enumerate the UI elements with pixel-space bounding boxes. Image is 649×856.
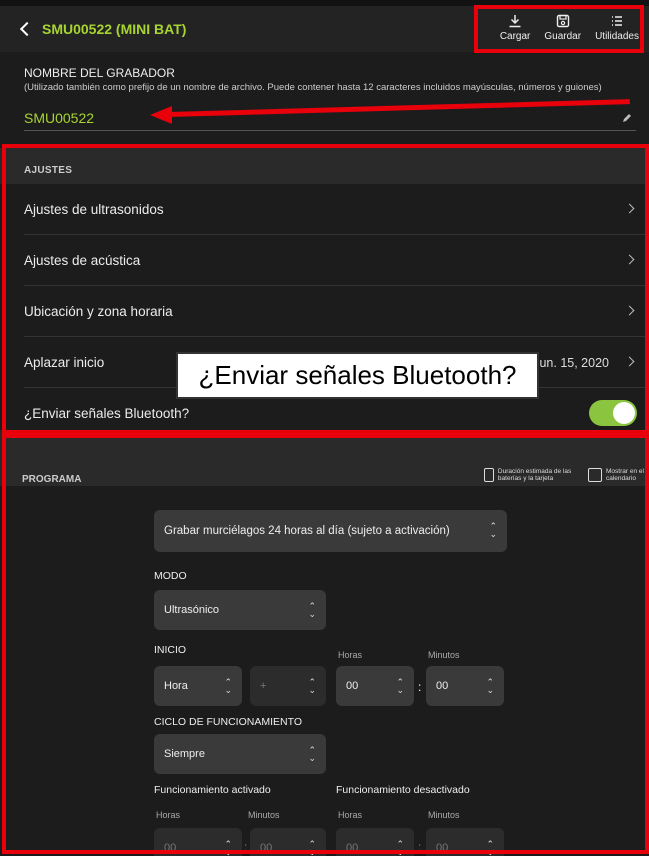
start-minutes-select[interactable]: 00 ⌃ ⌄ [426, 666, 504, 706]
location-timezone-row[interactable]: Ubicación y zona horaria [0, 286, 649, 337]
recorder-name-field[interactable]: SMU00522 [24, 110, 94, 126]
program-section: PROGRAMA Duración estimada de las baterí… [0, 440, 649, 856]
utilities-button[interactable]: Utilidades [593, 10, 641, 46]
section-gap [0, 430, 649, 440]
updown-icon: ⌃ ⌄ [308, 839, 316, 856]
pencil-icon[interactable] [621, 112, 633, 124]
bluetooth-callout: ¿Enviar señales Bluetooth? [176, 352, 539, 399]
time-separator: : [244, 840, 248, 854]
recorder-name-underline [24, 130, 636, 131]
start-minutes-value: 00 [436, 680, 449, 692]
back-button[interactable]: SMU00522 (MINI BAT) [18, 21, 186, 37]
off-minutes-value: 00 [436, 842, 449, 854]
time-separator: : [418, 680, 422, 694]
mode-value: Ultrasónico [164, 604, 220, 616]
top-bar: SMU00522 (MINI BAT) Cargar Guardar Utili… [0, 6, 649, 52]
row-label: Ajustes de acústica [24, 253, 141, 268]
annotation-arrow-head [150, 106, 172, 124]
updown-icon: ⌃ ⌄ [396, 839, 404, 856]
calendar-link[interactable]: Mostrar en el calendario [588, 468, 649, 482]
chevron-right-icon [624, 356, 635, 367]
toggle-knob [613, 402, 635, 424]
mode-label: MODO [154, 570, 187, 582]
save-button[interactable]: Guardar [542, 10, 583, 46]
start-label: INICIO [154, 644, 187, 656]
list-icon [612, 16, 623, 26]
off-hours-label: Horas [338, 810, 363, 820]
recorder-name-section: NOMBRE DEL GRABADOR (Utilizado también c… [0, 52, 649, 148]
cycle-value: Siempre [164, 748, 205, 760]
chevron-right-icon [624, 254, 635, 265]
start-offset-select[interactable]: + ⌃ ⌄ [250, 666, 326, 706]
off-hours-select[interactable]: 00 ⌃ ⌄ [336, 828, 414, 856]
updown-icon: ⌃ ⌄ [308, 601, 316, 619]
chevron-right-icon [624, 203, 635, 214]
on-hours-select[interactable]: 00 ⌃ ⌄ [154, 828, 242, 856]
row-label: Ajustes de ultrasonidos [24, 202, 164, 217]
download-icon [509, 15, 521, 28]
on-duration-label: Funcionamiento activado [154, 784, 271, 796]
delay-start-date: jun. 15, 2020 [536, 355, 609, 370]
start-offset-value: + [260, 680, 267, 692]
cycle-label: CICLO DE FUNCIONAMIENTO [154, 716, 302, 728]
on-minutes-value: 00 [260, 842, 273, 854]
start-type-select[interactable]: Hora ⌃ ⌄ [154, 666, 242, 706]
off-duration-label: Funcionamiento desactivado [336, 784, 470, 796]
off-minutes-label: Minutos [428, 810, 460, 820]
battery-estimate-label: Duración estimada de las baterías y la t… [497, 468, 572, 482]
updown-icon: ⌃ ⌄ [486, 839, 494, 856]
toolbar: Cargar Guardar Utilidades [498, 10, 641, 46]
updown-icon: ⌃ ⌄ [486, 677, 494, 695]
off-hours-value: 00 [346, 842, 359, 854]
recorder-name-label: NOMBRE DEL GRABADOR [24, 66, 175, 80]
battery-estimate-link[interactable]: Duración estimada de las baterías y la t… [484, 468, 584, 482]
start-hours-label: Horas [338, 650, 363, 660]
schedule-select[interactable]: Grabar murciélagos 24 horas al día (suje… [154, 510, 507, 552]
updown-icon: ⌃ ⌄ [489, 521, 497, 539]
row-label: Ubicación y zona horaria [24, 304, 173, 319]
battery-card-icon [484, 468, 494, 482]
calendar-icon [588, 468, 602, 482]
save-icon [556, 14, 569, 28]
on-hours-value: 00 [164, 842, 177, 854]
start-type-value: Hora [164, 680, 188, 692]
updown-icon: ⌃ ⌄ [396, 677, 404, 695]
program-heading: PROGRAMA [22, 474, 82, 485]
utilities-label: Utilidades [595, 31, 639, 42]
updown-icon: ⌃ ⌄ [224, 839, 232, 856]
on-minutes-select[interactable]: 00 ⌃ ⌄ [250, 828, 326, 856]
recorder-title: SMU00522 (MINI BAT) [42, 21, 187, 37]
bluetooth-toggle[interactable] [589, 400, 637, 426]
start-minutes-label: Minutos [428, 650, 460, 660]
updown-icon: ⌃ ⌄ [308, 745, 316, 763]
acoustic-settings-row[interactable]: Ajustes de acústica [0, 235, 649, 286]
off-minutes-select[interactable]: 00 ⌃ ⌄ [426, 828, 504, 856]
settings-heading: AJUSTES [0, 148, 649, 184]
row-label: ¿Enviar señales Bluetooth? [24, 406, 190, 421]
app-screen: SMU00522 (MINI BAT) Cargar Guardar Utili… [0, 0, 649, 856]
chevron-right-icon [624, 305, 635, 316]
on-minutes-label: Minutos [248, 810, 280, 820]
mode-select[interactable]: Ultrasónico ⌃ ⌄ [154, 590, 326, 630]
calendar-label: Mostrar en el calendario [606, 468, 644, 482]
load-label: Cargar [499, 31, 531, 42]
on-hours-label: Horas [156, 810, 181, 820]
row-label: Aplazar inicio [24, 355, 105, 370]
save-label: Guardar [544, 31, 582, 42]
cycle-select[interactable]: Siempre ⌃ ⌄ [154, 734, 326, 774]
chevron-left-icon [19, 21, 35, 37]
schedule-value: Grabar murciélagos 24 horas al día (suje… [164, 525, 450, 537]
load-button[interactable]: Cargar [498, 10, 533, 46]
time-separator: : [418, 840, 422, 854]
start-hours-select[interactable]: 00 ⌃ ⌄ [336, 666, 414, 706]
program-header: PROGRAMA Duración estimada de las baterí… [0, 440, 649, 486]
updown-icon: ⌃ ⌄ [224, 677, 232, 695]
updown-icon: ⌃ ⌄ [308, 677, 316, 695]
ultrasound-settings-row[interactable]: Ajustes de ultrasonidos [0, 184, 649, 235]
start-hours-value: 00 [346, 680, 359, 692]
recorder-name-help: (Utilizado también como prefijo de un no… [24, 82, 602, 93]
